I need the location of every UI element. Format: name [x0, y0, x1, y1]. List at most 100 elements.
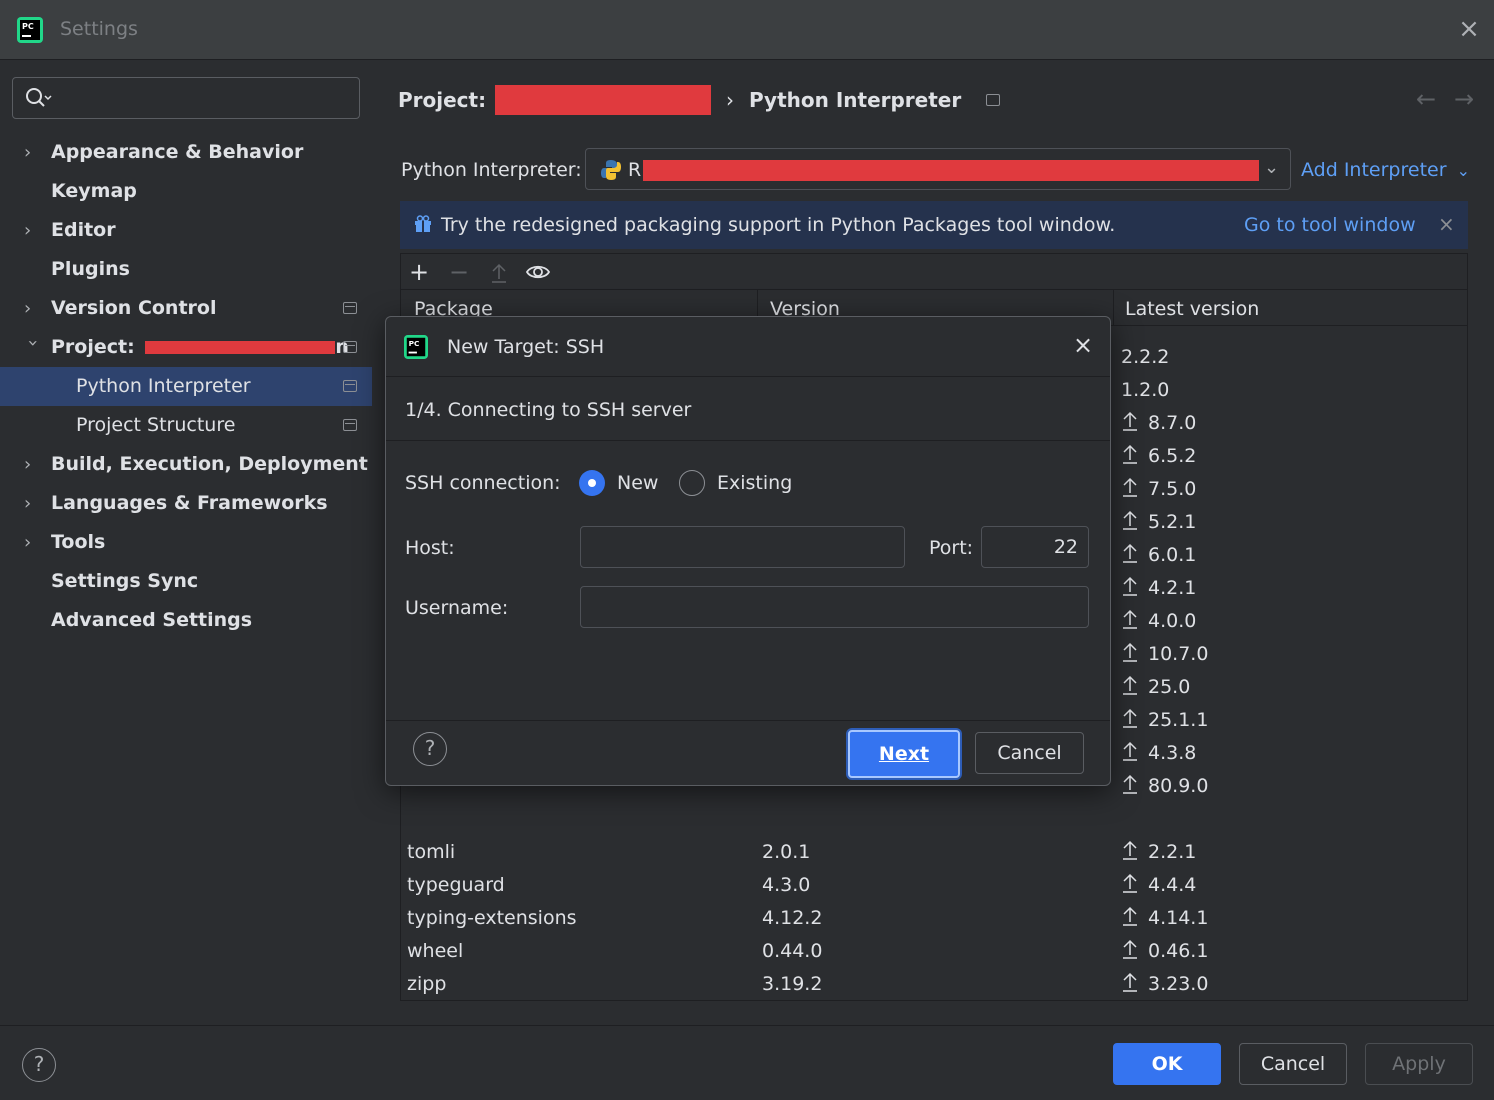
package-name-cell: typing-extensions [407, 907, 577, 929]
show-early-releases-icon[interactable] [525, 262, 551, 282]
sidebar-item-version-control[interactable]: › Version Control [0, 289, 372, 328]
sidebar-item-plugins[interactable]: Plugins [0, 250, 372, 289]
packaging-banner: Try the redesigned packaging support in … [400, 201, 1468, 249]
version-cell: 3.19.2 [762, 973, 823, 995]
table-row[interactable]: typeguard 4.3.0 4.4.4 [401, 868, 1467, 901]
username-input[interactable] [580, 586, 1089, 628]
latest-version-cell: 10.7.0 [1148, 643, 1209, 665]
sidebar-item-editor[interactable]: › Editor [0, 211, 372, 250]
settings-footer: ? OK Cancel Apply [0, 1025, 1494, 1100]
version-cell: 2.0.1 [762, 841, 811, 863]
upgrade-available-icon [1123, 609, 1137, 629]
latest-version-cell: 6.5.2 [1148, 445, 1197, 467]
upgrade-available-icon [1123, 873, 1137, 893]
table-row[interactable]: typing-extensions 4.12.2 4.14.1 [401, 901, 1467, 934]
port-label: Port: [929, 537, 974, 559]
upgrade-available-icon [1123, 642, 1137, 662]
sidebar-item-languages[interactable]: › Languages & Frameworks [0, 484, 372, 523]
host-label: Host: [405, 537, 455, 559]
dialog-title: New Target: SSH [447, 336, 605, 358]
dialog-cancel-button[interactable]: Cancel [975, 732, 1084, 774]
dialog-help-icon[interactable]: ? [413, 732, 447, 766]
latest-version-cell: 4.14.1 [1148, 907, 1209, 929]
breadcrumb-current: Python Interpreter [749, 88, 962, 112]
breadcrumb: Project: › Python Interpreter [398, 85, 1001, 115]
search-icon [26, 88, 52, 107]
forward-arrow-icon[interactable]: → [1454, 85, 1474, 113]
chevron-right-icon: › [24, 142, 32, 163]
table-row[interactable]: wheel 0.44.0 0.46.1 [401, 934, 1467, 967]
sidebar-item-python-interpreter[interactable]: Python Interpreter [0, 367, 372, 406]
sidebar-item-keymap[interactable]: Keymap [0, 172, 372, 211]
window-close-icon[interactable]: × [1456, 16, 1482, 42]
latest-version-cell: 5.2.1 [1148, 511, 1197, 533]
settings-sidebar: › Appearance & Behavior Keymap › Editor … [0, 61, 372, 1025]
package-name-cell: wheel [407, 940, 464, 962]
settings-search-input[interactable] [12, 77, 360, 119]
upgrade-available-icon [1123, 741, 1137, 761]
latest-version-cell: 2.2.2 [1121, 346, 1170, 368]
redaction-bar [145, 341, 336, 354]
sidebar-item-advanced-settings[interactable]: Advanced Settings [0, 601, 372, 640]
upgrade-available-icon [1123, 543, 1137, 563]
username-label: Username: [405, 597, 509, 619]
upgrade-available-icon [1123, 906, 1137, 926]
ssh-existing-label[interactable]: Existing [717, 472, 792, 494]
sidebar-item-settings-sync[interactable]: Settings Sync [0, 562, 372, 601]
upgrade-available-icon [1123, 444, 1137, 464]
ssh-new-radio[interactable] [579, 470, 605, 496]
port-input[interactable]: 22 [981, 526, 1089, 568]
ssh-new-label[interactable]: New [617, 472, 658, 494]
pycharm-logo-icon: PC [17, 17, 43, 43]
breadcrumb-project[interactable]: Project: [398, 88, 486, 112]
svg-text:PC: PC [409, 339, 420, 348]
packages-toolbar: + − [401, 254, 1467, 290]
project-settings-icon [343, 380, 357, 392]
latest-version-cell: 2.2.1 [1148, 841, 1197, 863]
latest-version-cell: 0.46.1 [1148, 940, 1209, 962]
host-input[interactable] [580, 526, 905, 568]
add-package-icon[interactable]: + [409, 258, 429, 286]
package-name-cell: zipp [407, 973, 447, 995]
sidebar-item-appearance[interactable]: › Appearance & Behavior [0, 133, 372, 172]
help-icon[interactable]: ? [22, 1048, 56, 1082]
dialog-close-icon[interactable]: × [1073, 331, 1093, 359]
sidebar-item-build[interactable]: › Build, Execution, Deployment [0, 445, 372, 484]
column-header-latest-version[interactable]: Latest version [1125, 298, 1259, 320]
banner-close-icon[interactable]: × [1438, 212, 1455, 236]
latest-version-cell: 4.3.8 [1148, 742, 1197, 764]
sidebar-item-tools[interactable]: › Tools [0, 523, 372, 562]
go-to-tool-window-link[interactable]: Go to tool window [1244, 214, 1416, 236]
new-target-ssh-dialog: PC New Target: SSH × 1/4. Connecting to … [385, 316, 1111, 786]
upgrade-available-icon [1123, 840, 1137, 860]
sidebar-item-project[interactable]: › Project: n [0, 328, 372, 367]
latest-version-cell: 7.5.0 [1148, 478, 1197, 500]
add-interpreter-link[interactable]: Add Interpreter ⌄ [1301, 159, 1470, 181]
table-row[interactable]: zipp 3.19.2 3.23.0 [401, 967, 1467, 1000]
latest-version-cell: 80.9.0 [1148, 775, 1209, 797]
chevron-down-icon: › [22, 339, 44, 347]
interpreter-select[interactable]: R ⌄ [585, 148, 1291, 190]
title-bar: PC Settings × [0, 0, 1494, 60]
back-arrow-icon[interactable]: ← [1416, 85, 1436, 113]
latest-version-cell: 4.0.0 [1148, 610, 1197, 632]
upgrade-available-icon [1123, 972, 1137, 992]
divider [386, 376, 1110, 377]
remove-package-icon[interactable]: − [449, 258, 469, 286]
svg-text:PC: PC [22, 22, 34, 31]
table-row[interactable]: tomli 2.0.1 2.2.1 [401, 835, 1467, 868]
redaction-bar [495, 85, 712, 115]
next-button[interactable]: Next [848, 730, 960, 778]
cancel-button[interactable]: Cancel [1239, 1043, 1347, 1085]
apply-button[interactable]: Apply [1365, 1043, 1473, 1085]
banner-message: Try the redesigned packaging support in … [441, 214, 1116, 236]
redaction-bar [643, 160, 1259, 181]
divider [386, 720, 1110, 721]
project-label: Project: [51, 336, 135, 358]
version-cell: 4.3.0 [762, 874, 811, 896]
ssh-existing-radio[interactable] [679, 470, 705, 496]
dialog-step-title: 1/4. Connecting to SSH server [405, 399, 692, 421]
upgrade-package-icon[interactable] [489, 262, 509, 284]
ok-button[interactable]: OK [1113, 1043, 1221, 1085]
sidebar-item-project-structure[interactable]: Project Structure [0, 406, 372, 445]
